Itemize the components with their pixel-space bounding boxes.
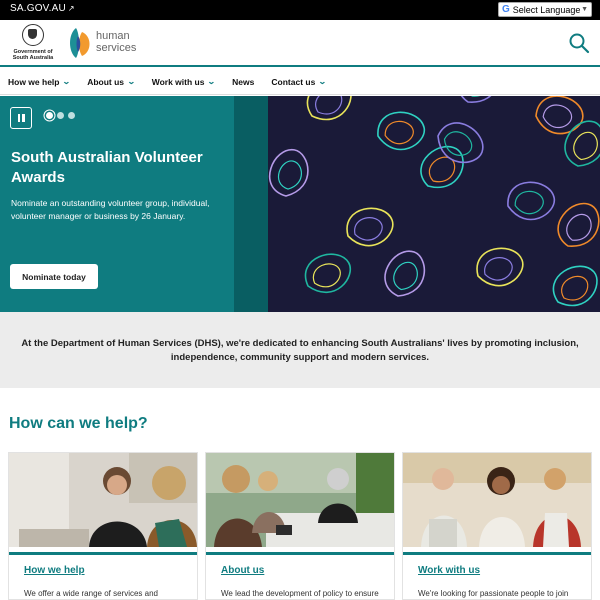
leaf-outline [573, 131, 598, 161]
carousel-dot-2[interactable] [57, 112, 64, 119]
carousel-dot-3[interactable] [68, 112, 75, 119]
sagov-link[interactable]: SA.GOV.AU ↗ [10, 3, 75, 14]
card-how-we-help[interactable]: How we help We offer a wide range of ser… [8, 452, 198, 600]
card-photo-image [206, 453, 394, 547]
leaf-outline [315, 96, 343, 115]
pause-icon-bar [17, 114, 20, 122]
google-icon: G [502, 4, 510, 15]
nominate-today-button[interactable]: Nominate today [10, 264, 98, 289]
card-about-us[interactable]: About us We lead the development of poli… [205, 452, 395, 600]
sagov-link-label: SA.GOV.AU [10, 3, 66, 14]
leaf-outline [476, 247, 524, 287]
chevron-down-icon: ⌄ [207, 77, 217, 86]
pause-button[interactable] [10, 107, 32, 129]
leaf-outline [306, 96, 352, 121]
card-description: We offer a wide range of services and re… [24, 589, 158, 598]
leaf-outline [384, 250, 426, 297]
card-photo-image [403, 453, 591, 547]
nav-item-label: Contact us [271, 76, 316, 87]
carousel-dots [46, 112, 79, 119]
dropdown-arrow-icon: ▼ [581, 6, 588, 13]
leaf-outline [312, 263, 341, 288]
hero-stripe [234, 96, 268, 312]
card-title[interactable]: How we help [24, 565, 85, 576]
leaf-outline [557, 202, 600, 247]
card-description: We're looking for passionate people to j… [418, 589, 569, 598]
leaf-outline [346, 207, 394, 247]
nav-item-label: About us [87, 76, 125, 87]
card-accent-bar [206, 552, 394, 555]
nav-item-label: News [232, 76, 255, 87]
help-heading: How can we help? [9, 415, 148, 432]
card-work-with-us[interactable]: Work with us We're looking for passionat… [402, 452, 592, 600]
external-link-icon: ↗ [67, 4, 75, 13]
card-photo-image [9, 453, 197, 547]
dhs-logo-text-line2: services [96, 42, 137, 54]
nav-item-news[interactable]: News [232, 77, 254, 87]
card-title[interactable]: Work with us [418, 565, 480, 576]
nav-item-how-we-help[interactable]: How we help ⌄ [8, 76, 72, 87]
language-select-label: Select Language [512, 4, 581, 15]
card-description: We lead the development of policy to ens… [221, 589, 379, 598]
nav-item-label: Work with us [151, 76, 205, 87]
pause-icon-bar [22, 114, 25, 122]
nav-item-label: How we help [8, 76, 60, 87]
dhs-logo-mark-icon [70, 28, 90, 58]
leaf-outline [535, 96, 584, 135]
government-sa-logo-text: Government of South Australia [12, 49, 54, 61]
hero-description: Nominate an outstanding volunteer group,… [11, 198, 210, 221]
leaf-outline [384, 120, 414, 145]
carousel-dot-1[interactable] [46, 112, 53, 119]
leaf-outline [484, 257, 513, 281]
leaf-outline [354, 217, 383, 241]
leaf-outline [457, 96, 500, 103]
leaf-pattern-image [268, 96, 600, 307]
nav-item-about-us[interactable]: About us ⌄ [87, 76, 136, 87]
hero-title: South Australian Volunteer Awards [11, 149, 203, 186]
intro-text: At the Department of Human Services (DHS… [21, 338, 579, 363]
chevron-down-icon: ⌄ [62, 77, 72, 86]
nav-item-work-with-us[interactable]: Work with us ⌄ [151, 76, 217, 87]
site-header: Government of South Australia human serv… [0, 20, 600, 67]
main-nav: How we help ⌄ About us ⌄ Work with us ⌄ News Co… [0, 69, 600, 95]
top-bar: SA.GOV.AU ↗ G Select Language ▼ [0, 0, 600, 20]
chevron-down-icon: ⌄ [318, 77, 328, 86]
dhs-logo[interactable]: human services [66, 24, 146, 62]
dhs-logo-text-line1: human [96, 30, 130, 42]
crest-icon [22, 24, 44, 46]
leaf-outline [437, 122, 484, 164]
card-accent-bar [9, 552, 197, 555]
leaf-outline [507, 181, 555, 221]
hero-carousel: South Australian Volunteer Awards Nomina… [0, 96, 600, 312]
leaf-outline [514, 190, 544, 215]
leaf-outline [561, 275, 589, 301]
language-select[interactable]: G Select Language ▼ [498, 2, 592, 17]
search-icon[interactable] [568, 32, 590, 54]
leaf-outline [566, 213, 592, 241]
chevron-down-icon: ⌄ [127, 77, 136, 86]
card-accent-bar [403, 552, 591, 555]
card-title[interactable]: About us [221, 565, 264, 576]
leaf-outline [304, 253, 351, 293]
leaf-outline [564, 120, 600, 167]
leaf-outline [268, 149, 309, 197]
intro-band: At the Department of Human Services (DHS… [0, 312, 600, 388]
nav-item-contact-us[interactable]: Contact us ⌄ [271, 76, 328, 87]
government-sa-logo[interactable]: Government of South Australia [8, 24, 58, 64]
leaf-outline [377, 111, 425, 151]
